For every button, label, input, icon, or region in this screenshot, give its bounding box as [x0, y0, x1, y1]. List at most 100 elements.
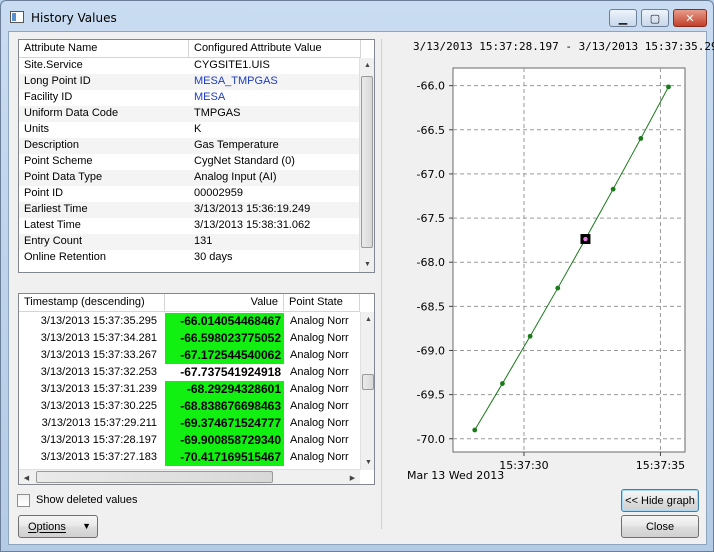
window-title: History Values	[31, 11, 117, 25]
attribute-name-cell: Latest Time	[24, 219, 81, 231]
attribute-row[interactable]: Entry Count 131	[19, 234, 374, 250]
timestamp-cell: 3/13/2013 15:37:31.239	[40, 383, 157, 395]
x-tick-label: 15:37:35	[636, 459, 685, 472]
title-bar[interactable]: History Values ▁ ▢ ✕	[1, 1, 713, 31]
history-row[interactable]: 3/13/2013 15:37:28.197 -69.900858729340 An…	[19, 432, 359, 449]
point-state-cell: Analog Norr	[290, 349, 349, 361]
point-state-cell: Analog Norr	[290, 400, 349, 412]
attribute-row[interactable]: Uniform Data Code TMPGAS	[19, 106, 374, 122]
attribute-name-cell: Point ID	[24, 187, 64, 199]
data-point	[638, 136, 644, 141]
point-state-cell: Analog Norr	[290, 383, 349, 395]
point-state-cell: Analog Norr	[290, 434, 349, 446]
attribute-name-cell: Entry Count	[24, 235, 83, 247]
close-button[interactable]: Close	[621, 515, 699, 538]
scroll-up-icon[interactable]: ▲	[361, 312, 374, 327]
point-state-cell: Analog Norr	[290, 332, 349, 344]
column-header-point-state[interactable]: Point State	[284, 294, 360, 312]
value-cell: -68.29294328601	[165, 381, 284, 398]
attribute-row[interactable]: Earliest Time 3/13/2013 15:36:19.249	[19, 202, 374, 218]
point-state-cell: Analog Norr	[290, 315, 349, 327]
attribute-name-cell: Facility ID	[24, 91, 73, 103]
show-deleted-label: Show deleted values	[36, 494, 138, 506]
y-tick-label: -68.5	[417, 300, 445, 313]
column-header-attribute-name[interactable]: Attribute Name	[19, 40, 189, 58]
point-state-cell: Analog Norr	[290, 417, 349, 429]
attribute-row[interactable]: Units K	[19, 122, 374, 138]
scrollbar-thumb[interactable]	[36, 471, 273, 483]
scrollbar-thumb[interactable]	[362, 374, 374, 390]
attribute-row[interactable]: Point ID 00002959	[19, 186, 374, 202]
show-deleted-checkbox[interactable]	[17, 494, 30, 507]
window-icon	[10, 11, 24, 23]
value-cell: -70.417169515467	[165, 449, 284, 466]
history-row[interactable]: 3/13/2013 15:37:35.295 -66.014054468467 An…	[19, 313, 359, 330]
scrollbar-thumb[interactable]	[361, 76, 373, 248]
history-row[interactable]: 3/13/2013 15:37:29.211 -69.374671524777 An…	[19, 415, 359, 432]
minimize-icon: ▁	[618, 12, 628, 25]
timestamp-cell: 3/13/2013 15:37:27.183	[40, 451, 157, 463]
selected-data-point	[583, 236, 588, 242]
scroll-down-icon[interactable]: ▼	[360, 257, 374, 272]
y-tick-label: -69.5	[417, 389, 445, 402]
attribute-value-cell[interactable]: MESA_TMPGAS	[194, 75, 278, 87]
attribute-row[interactable]: Site.Service CYGSITE1.UIS	[19, 58, 374, 74]
options-button[interactable]: Options ▼	[18, 515, 98, 538]
options-label: Options	[28, 520, 66, 533]
data-point	[500, 381, 505, 386]
attribute-name-cell: Long Point ID	[24, 75, 91, 87]
history-row[interactable]: 3/13/2013 15:37:27.183 -70.417169515467 An…	[19, 449, 359, 466]
attribute-value-cell[interactable]: MESA	[194, 91, 225, 103]
y-axis-ticks: -66.0 -66.5 -67.0 -67.5 -68.0 -68.5 -69.0 -69.5…	[417, 80, 453, 446]
chart-title: 3/13/2013 15:37:28.197 - 3/13/2013 15:37…	[413, 40, 714, 53]
timestamp-cell: 3/13/2013 15:37:29.211	[41, 417, 157, 429]
attribute-name-cell: Site.Service	[24, 59, 83, 71]
data-point	[666, 84, 671, 90]
history-horizontal-scrollbar[interactable]: ◀ ▶	[19, 469, 360, 484]
attribute-value-cell: Gas Temperature	[194, 139, 279, 151]
attribute-row[interactable]: Point Scheme CygNet Standard (0)	[19, 154, 374, 170]
close-window-button[interactable]: ✕	[673, 9, 707, 27]
attribute-row[interactable]: Online Retention 30 days	[19, 250, 374, 266]
attribute-vertical-scrollbar[interactable]: ▲ ▼	[359, 58, 374, 272]
attribute-row[interactable]: Point Data Type Analog Input (AI)	[19, 170, 374, 186]
history-chart[interactable]: -66.0 -66.5 -67.0 -67.5 -68.0 -68.5 -69.0 -69.5…	[385, 54, 705, 494]
history-row[interactable]: 3/13/2013 15:37:30.225 -68.838676698463 An…	[19, 398, 359, 415]
timestamp-cell: 3/13/2013 15:37:28.197	[40, 434, 157, 446]
attribute-row[interactable]: Facility ID MESA	[19, 90, 374, 106]
history-vertical-scrollbar[interactable]: ▲ ▼	[360, 312, 374, 470]
data-point	[527, 333, 533, 339]
attribute-name-cell: Description	[24, 139, 80, 151]
close-icon: ✕	[685, 12, 695, 25]
point-state-cell: Analog Norr	[290, 451, 349, 463]
timestamp-cell: 3/13/2013 15:37:30.225	[40, 400, 157, 412]
attribute-value-cell: 30 days	[194, 251, 233, 263]
scroll-right-icon[interactable]: ▶	[345, 470, 360, 484]
scroll-down-icon[interactable]: ▼	[361, 455, 374, 470]
attribute-row[interactable]: Long Point ID MESA_TMPGAS	[19, 74, 374, 90]
attribute-name-cell: Point Scheme	[24, 155, 93, 167]
x-axis-date-label: Mar 13 Wed 2013	[407, 469, 505, 482]
attribute-name-cell: Units	[24, 123, 50, 135]
history-row[interactable]: 3/13/2013 15:37:33.267 -67.172544540062 An…	[19, 347, 359, 364]
attribute-row[interactable]: Description Gas Temperature	[19, 138, 374, 154]
y-tick-label: -66.5	[417, 124, 445, 137]
value-cell: -67.172544540062	[165, 347, 284, 364]
history-row[interactable]: 3/13/2013 15:37:31.239 -68.29294328601 Ana…	[19, 381, 359, 398]
value-cell: -69.900858729340	[165, 432, 284, 449]
scroll-up-icon[interactable]: ▲	[360, 58, 374, 73]
attribute-row[interactable]: Latest Time 3/13/2013 15:38:31.062	[19, 218, 374, 234]
column-header-value[interactable]: Value	[165, 294, 284, 312]
history-row[interactable]: 3/13/2013 15:37:32.253 -67.737541924918 An…	[19, 364, 359, 381]
hide-graph-label: << Hide graph	[625, 494, 695, 507]
column-header-timestamp[interactable]: Timestamp (descending)	[19, 294, 165, 312]
hide-graph-button[interactable]: << Hide graph	[621, 489, 699, 512]
value-cell: -66.598023775052	[165, 330, 284, 347]
value-cell: -69.374671524777	[165, 415, 284, 432]
minimize-button[interactable]: ▁	[609, 9, 637, 27]
history-row[interactable]: 3/13/2013 15:37:34.281 -66.598023775052 An…	[19, 330, 359, 347]
scroll-left-icon[interactable]: ◀	[19, 470, 34, 484]
maximize-button[interactable]: ▢	[641, 9, 669, 27]
y-tick-label: -68.0	[417, 256, 445, 269]
column-header-attribute-value[interactable]: Configured Attribute Value	[189, 40, 361, 58]
